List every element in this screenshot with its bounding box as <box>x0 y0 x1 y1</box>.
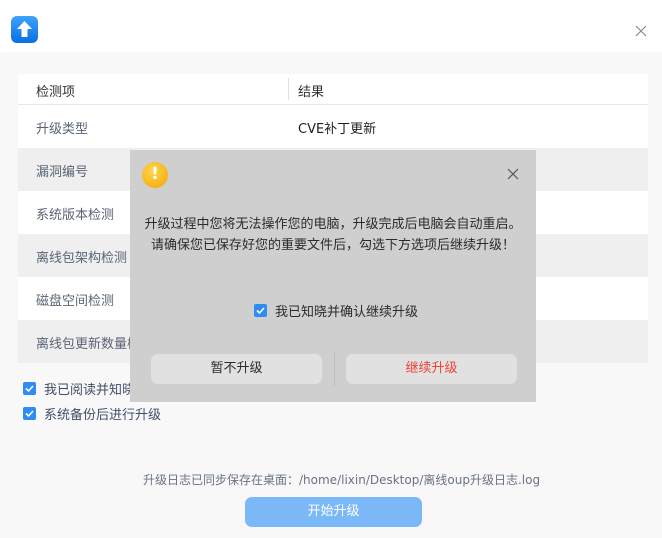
confirm-check-label: 我已知晓并确认继续升级 <box>275 305 419 320</box>
window-close-icon[interactable] <box>632 22 650 40</box>
title-bar <box>0 0 662 52</box>
table-header: 检测项 结果 <box>18 74 648 105</box>
dialog-message-line: 升级过程中您将无法操作您的电脑，升级完成后电脑会自动重启。 <box>144 217 522 232</box>
button-divider <box>334 352 335 386</box>
checkbox-checked-icon[interactable] <box>23 381 36 395</box>
continue-upgrade-button[interactable]: 继续升级 <box>346 354 517 384</box>
upgrade-app-icon <box>11 16 38 43</box>
row-label: 离线包更新数量检 <box>36 337 141 352</box>
option-label: 我已阅读并知晓 <box>44 382 136 398</box>
warning-glyph: ! <box>151 164 159 184</box>
postpone-upgrade-button[interactable]: 暂不升级 <box>151 354 322 384</box>
row-label: 离线包架构检测 <box>36 251 128 266</box>
row-label: 升级类型 <box>36 122 89 137</box>
dialog-close-icon[interactable] <box>506 167 520 181</box>
confirm-dialog: ! 升级过程中您将无法操作您的电脑，升级完成后电脑会自动重启。 请确保您已保存好… <box>130 150 536 402</box>
option-read-known[interactable]: 我已阅读并知晓 <box>23 379 136 398</box>
row-label: 漏洞编号 <box>36 165 89 180</box>
column-header-item: 检测项 <box>36 85 76 100</box>
row-value: CVE补丁更新 <box>298 122 377 137</box>
dialog-message: 升级过程中您将无法操作您的电脑，升级完成后电脑会自动重启。 请确保您已保存好您的… <box>130 214 536 256</box>
column-header-result: 结果 <box>298 85 325 100</box>
start-upgrade-button[interactable]: 开始升级 <box>245 497 422 527</box>
dialog-message-line: 请确保您已保存好您的重要文件后，勾选下方选项后继续升级！ <box>150 238 515 253</box>
row-label: 系统版本检测 <box>36 208 115 223</box>
log-path-text: 升级日志已同步保存在桌面：/home/lixin/Desktop/离线oup升级… <box>143 473 541 487</box>
option-label: 系统备份后进行升级 <box>44 407 162 423</box>
option-backup-first[interactable]: 系统备份后进行升级 <box>23 404 162 423</box>
row-label: 磁盘空间检测 <box>36 294 115 309</box>
table-row: 升级类型 CVE补丁更新 <box>18 105 648 148</box>
column-divider <box>288 78 289 100</box>
checkbox-checked-icon[interactable] <box>23 406 36 420</box>
confirm-continue-option[interactable]: 我已知晓并确认继续升级 <box>254 301 418 320</box>
warning-icon: ! <box>142 162 168 188</box>
checkbox-checked-icon[interactable] <box>254 304 267 317</box>
upgrade-window: 检测项 结果 升级类型 CVE补丁更新 漏洞编号 系统版本检测 离线包架构检测 … <box>0 0 662 538</box>
